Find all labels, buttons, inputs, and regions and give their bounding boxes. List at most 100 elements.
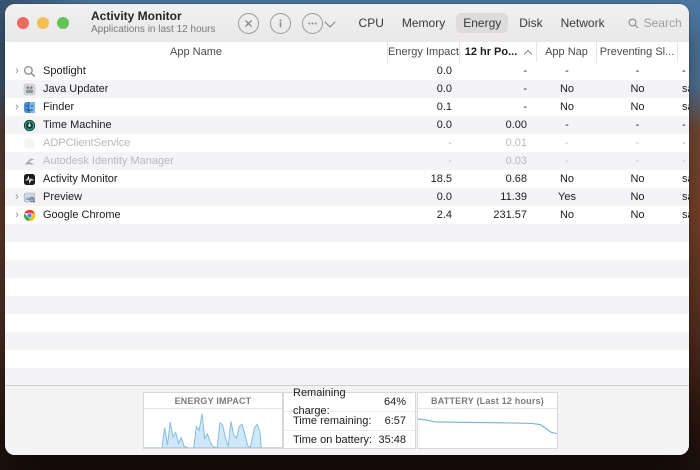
- column-header-label: Preventing Sl...: [599, 46, 675, 58]
- column-header-nap[interactable]: App Nap: [537, 42, 597, 62]
- app-name-cell: ADPClientService: [5, 134, 388, 152]
- column-header-name[interactable]: App Name: [5, 42, 388, 62]
- app-name-label: Autodesk Identity Manager: [43, 155, 174, 167]
- app-name-label: Google Chrome: [43, 209, 121, 221]
- preventing-sleep-cell: No: [630, 173, 645, 185]
- preventing-sleep-cell: -: [635, 155, 640, 167]
- preview-icon: [23, 191, 36, 204]
- preventing-sleep-cell: No: [630, 209, 645, 221]
- tab-disk[interactable]: Disk: [512, 13, 549, 33]
- app-nap-cell: -: [565, 155, 569, 167]
- user-cell: sa: [682, 209, 689, 221]
- adp-client-service-icon: [23, 137, 36, 150]
- battery-stat-value: 64%: [383, 396, 406, 408]
- app-name-label: Activity Monitor: [43, 173, 118, 185]
- app-name-label: Finder: [43, 101, 75, 113]
- zoom-window-button[interactable]: [57, 17, 69, 29]
- quit-process-button[interactable]: [237, 12, 259, 34]
- minimize-window-button[interactable]: [37, 17, 49, 29]
- table-row[interactable]: › Preview 0.0 11.39 Yes No sa: [5, 188, 689, 206]
- title-block: Activity Monitor Applications in last 12…: [91, 9, 216, 36]
- column-header-label: App Nap: [545, 46, 588, 58]
- column-header-energy[interactable]: Energy Impact: [388, 42, 460, 62]
- app-name-cell: › Finder: [5, 98, 388, 116]
- window-title: Activity Monitor: [91, 9, 182, 24]
- app-name-cell: › Spotlight: [5, 62, 388, 80]
- app-name-cell: › Google Chrome: [5, 206, 388, 224]
- x-icon: [244, 19, 252, 27]
- app-name-cell: Activity Monitor: [5, 170, 388, 188]
- user-cell: sa: [682, 191, 689, 203]
- app-nap-cell: Yes: [558, 191, 576, 203]
- battery-stat-label: Time on battery:: [293, 434, 373, 446]
- battery-stats-panel: Remaining charge: 64% Time remaining: 6:57 T…: [283, 387, 416, 449]
- table-row[interactable]: ADPClientService - 0.01 - - -: [5, 134, 689, 152]
- search-placeholder: Search: [643, 16, 682, 30]
- tab-network[interactable]: Network: [554, 13, 612, 33]
- battery-stat-row: Remaining charge: 64%: [284, 387, 415, 417]
- table-row[interactable]: Autodesk Identity Manager - 0.03 - - -: [5, 152, 689, 170]
- column-header-label: 12 hr Po...: [464, 46, 518, 58]
- preventing-sleep-cell: -: [635, 137, 640, 149]
- energy-impact-cell: 0.0: [436, 119, 452, 131]
- preventing-sleep-cell: No: [630, 83, 645, 95]
- power-12hr-cell: -: [523, 83, 527, 95]
- app-name-label: Java Updater: [43, 83, 109, 95]
- energy-impact-panel-title: ENERGY IMPACT: [144, 393, 282, 409]
- app-nap-cell: -: [565, 119, 569, 131]
- disclosure-chevron-icon[interactable]: ›: [11, 206, 23, 224]
- search-field[interactable]: Search: [628, 16, 682, 30]
- table-row[interactable]: › Google Chrome 2.4 231.57 No No sa: [5, 206, 689, 224]
- close-window-button[interactable]: [17, 17, 29, 29]
- empty-table-row: [5, 260, 689, 278]
- preventing-sleep-cell: -: [635, 65, 640, 77]
- table-row[interactable]: Time Machine 0.0 0.00 - - -: [5, 116, 689, 134]
- table-row[interactable]: Java Updater 0.0 - No No sa: [5, 80, 689, 98]
- disclosure-chevron-icon[interactable]: ›: [11, 188, 23, 206]
- power-12hr-cell: 0.68: [505, 173, 527, 185]
- preventing-sleep-cell: No: [630, 101, 645, 113]
- tab-cpu[interactable]: CPU: [352, 13, 391, 33]
- power-12hr-cell: -: [523, 65, 527, 77]
- energy-impact-cell: 2.4: [436, 209, 452, 221]
- power-12hr-cell: 0.03: [505, 155, 527, 167]
- table-row[interactable]: Activity Monitor 18.5 0.68 No No sa: [5, 170, 689, 188]
- column-header-user[interactable]: [678, 42, 689, 62]
- toolbar-buttons: [237, 12, 336, 34]
- disclosure-chevron-icon[interactable]: ›: [11, 62, 23, 80]
- energy-impact-cell: -: [448, 155, 452, 167]
- column-header-prevent[interactable]: Preventing Sl...: [597, 42, 678, 62]
- time-machine-icon: [23, 119, 36, 132]
- traffic-lights: [17, 17, 69, 29]
- tab-energy[interactable]: Energy: [456, 13, 509, 33]
- java-updater-icon: [23, 83, 36, 96]
- more-options-button[interactable]: [301, 12, 323, 34]
- user-cell: sa: [682, 83, 689, 95]
- table-row[interactable]: › Finder 0.1 - No No sa: [5, 98, 689, 116]
- view-tabs: CPU Memory Energy Disk Network: [352, 13, 612, 33]
- energy-impact-cell: 0.0: [436, 191, 452, 203]
- more-options-group[interactable]: [301, 12, 336, 34]
- preventing-sleep-cell: No: [630, 191, 645, 203]
- empty-table-row: [5, 314, 689, 332]
- inspect-process-button[interactable]: [269, 12, 291, 34]
- power-12hr-cell: 0.00: [505, 119, 527, 131]
- app-name-cell: › Preview: [5, 188, 388, 206]
- empty-table-row: [5, 224, 689, 242]
- app-nap-cell: No: [559, 173, 575, 185]
- power-12hr-cell: -: [523, 101, 527, 113]
- user-cell: sa: [682, 173, 689, 185]
- disclosure-chevron-icon[interactable]: ›: [11, 98, 23, 116]
- activity-monitor-icon: [23, 173, 36, 186]
- app-name-label: ADPClientService: [43, 137, 131, 149]
- tab-memory[interactable]: Memory: [395, 13, 452, 33]
- column-header-power[interactable]: 12 hr Po...: [460, 42, 537, 62]
- energy-impact-cell: 0.1: [436, 101, 452, 113]
- energy-impact-cell: 18.5: [430, 173, 452, 185]
- energy-impact-chart: [144, 409, 282, 448]
- user-cell: sa: [682, 101, 689, 113]
- battery-panel-title: BATTERY (Last 12 hours): [418, 393, 557, 409]
- app-name-label: Time Machine: [43, 119, 112, 131]
- table-row[interactable]: › Spotlight 0.0 - - - -: [5, 62, 689, 80]
- energy-impact-panel: ENERGY IMPACT: [143, 392, 283, 449]
